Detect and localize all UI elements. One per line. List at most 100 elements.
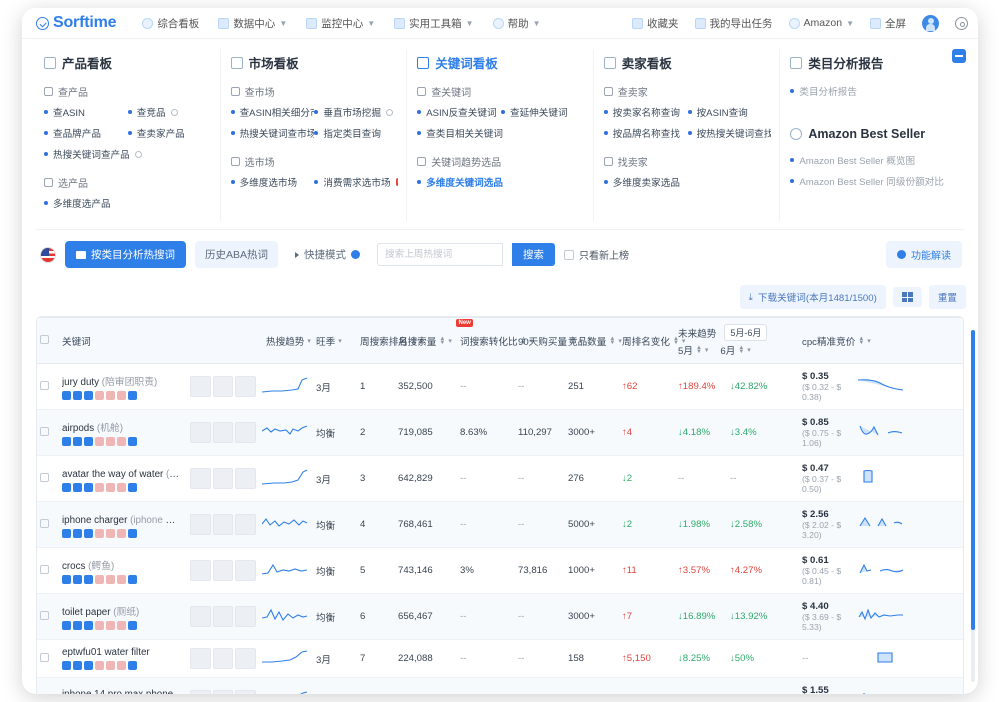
row-checkbox[interactable] xyxy=(37,409,59,456)
cell-keyword[interactable]: iphone charger (iphone 充电器) xyxy=(59,501,187,548)
product-thumbnail[interactable] xyxy=(212,606,234,627)
row-action-icon[interactable] xyxy=(84,661,93,670)
th-cpc[interactable]: cpc精准竞价 ▲ ▼ ▾ xyxy=(799,317,871,364)
link-query-asin[interactable]: 查ASIN xyxy=(44,105,128,119)
favorites-button[interactable]: 收藏夹 xyxy=(632,16,679,31)
row-action-icon[interactable] xyxy=(106,528,115,538)
product-thumbnail[interactable] xyxy=(235,690,257,694)
row-action-icon[interactable] xyxy=(117,436,126,446)
row-action-icon[interactable] xyxy=(117,528,126,538)
th-buy90[interactable]: 90天购买量 ▲ ▼ ▾ xyxy=(515,317,583,364)
row-action-icon[interactable] xyxy=(62,482,71,492)
link-category-report[interactable]: 类目分析报告 xyxy=(790,84,958,98)
sort-icon[interactable]: ▲ ▼ xyxy=(609,336,615,346)
row-action-icon[interactable] xyxy=(62,528,71,538)
row-checkbox[interactable] xyxy=(37,363,59,410)
link-asin-reverse-keyword[interactable]: ASIN反查关键词 xyxy=(417,105,501,119)
link-asin-submarket[interactable]: 查ASIN相关细分市场 xyxy=(230,105,314,119)
fullscreen-button[interactable]: 全屏 xyxy=(870,16,906,31)
product-thumbnail[interactable] xyxy=(190,422,211,443)
product-thumbnail[interactable] xyxy=(212,514,234,535)
row-checkbox[interactable] xyxy=(37,639,59,678)
nav-item-2[interactable]: 监控中心 ▼ xyxy=(306,16,375,31)
link-category-keyword[interactable]: 查类目相关关键词 xyxy=(417,126,585,140)
row-action-icon[interactable] xyxy=(117,661,126,670)
product-thumbnail[interactable] xyxy=(235,648,257,669)
link-extended-keyword[interactable]: 查延伸关键词 xyxy=(500,105,585,119)
th-hot-trend[interactable]: 热搜趋势 ▾ xyxy=(259,317,313,364)
product-thumbnail[interactable] xyxy=(190,648,211,669)
row-action-icon[interactable] xyxy=(106,661,115,670)
row-action-icon[interactable] xyxy=(73,528,82,538)
table-row[interactable]: eptwfu01 water filter 3月 7 224,088 -- -- 158 ↑… xyxy=(37,639,963,678)
export-tasks-button[interactable]: 我的导出任务 xyxy=(694,16,773,31)
filter-icon[interactable]: ▾ xyxy=(338,337,342,345)
product-thumbnail[interactable] xyxy=(235,560,257,581)
link-category-query[interactable]: 指定类目查询 xyxy=(314,126,398,140)
cell-keyword[interactable]: eptwfu01 water filter xyxy=(59,639,187,678)
row-action-icon[interactable] xyxy=(62,661,71,670)
row-action-icon[interactable] xyxy=(128,436,137,446)
reset-button[interactable]: 重置 xyxy=(928,285,966,309)
row-action-icon[interactable] xyxy=(106,482,115,492)
row-action-icon[interactable] xyxy=(95,620,104,630)
row-action-icon[interactable] xyxy=(128,482,137,492)
us-marketplace-flag-icon[interactable] xyxy=(40,246,56,263)
nav-item-4[interactable]: 帮助 ▼ xyxy=(492,16,541,31)
row-action-icon[interactable] xyxy=(84,482,93,492)
th-future-may[interactable]: 5月 ▲ ▼ ▾ xyxy=(678,343,708,357)
cell-keyword[interactable]: crocs (鳄鱼) xyxy=(59,547,187,594)
row-action-icon[interactable] xyxy=(73,661,82,670)
row-action-icon[interactable] xyxy=(73,620,82,630)
row-action-icon[interactable] xyxy=(73,574,82,584)
row-checkbox[interactable] xyxy=(37,455,59,502)
product-thumbnail[interactable] xyxy=(235,468,257,489)
quick-mode-selector[interactable]: 快捷模式 xyxy=(287,241,368,268)
row-action-icon[interactable] xyxy=(117,620,126,630)
cell-keyword[interactable]: airpods (机舱) xyxy=(59,409,187,456)
gear-icon[interactable] xyxy=(955,16,968,30)
th-rank-change[interactable]: 周排名变化 ▲ ▼ ▾ xyxy=(619,317,685,364)
new-listings-checkbox[interactable]: 只看新上榜 xyxy=(564,247,629,262)
row-action-icon[interactable] xyxy=(95,482,104,492)
link-query-brand-product[interactable]: 查品牌产品 xyxy=(44,126,128,140)
product-thumbnail[interactable] xyxy=(235,606,257,627)
link-hot-keyword-market[interactable]: 热搜关键词查市场 xyxy=(230,126,314,140)
link-bestseller-overview[interactable]: Amazon Best Seller 概览图 xyxy=(790,153,958,167)
row-action-icon[interactable] xyxy=(62,574,71,584)
link-multi-dim-seller[interactable]: 多维度卖家选品 xyxy=(603,175,772,189)
cell-keyword[interactable]: jury duty (陪审团职责) xyxy=(59,363,187,410)
table-row[interactable]: iphone charger (iphone 充电器) 均衡4768,461--… xyxy=(37,501,963,548)
tab-history-aba[interactable]: 历史ABA热词 xyxy=(195,241,279,268)
row-action-icon[interactable] xyxy=(128,528,137,538)
row-checkbox[interactable] xyxy=(37,501,59,548)
row-action-icon[interactable] xyxy=(73,390,82,400)
filter-icon[interactable]: ▾ xyxy=(705,346,709,354)
th-future-jun[interactable]: 6月 ▲ ▼ ▾ xyxy=(720,343,750,357)
cell-keyword[interactable]: avatar the way of water (阿凡... xyxy=(59,455,187,502)
product-thumbnail[interactable] xyxy=(235,376,257,397)
product-thumbnail[interactable] xyxy=(235,514,257,535)
row-checkbox[interactable] xyxy=(37,677,59,694)
tab-category-hot-keywords[interactable]: 按类目分析热搜词 xyxy=(65,241,186,268)
row-action-icon[interactable] xyxy=(128,574,137,584)
th-conversion[interactable]: New 词搜索转化比 ▲ ▼ ▾ xyxy=(456,317,533,364)
sort-icon[interactable]: ▲ ▼ xyxy=(439,336,445,346)
avatar[interactable] xyxy=(922,14,939,32)
th-monthly-volume[interactable]: 月搜索量 ▲ ▼ ▾ xyxy=(395,317,457,364)
product-thumbnail[interactable] xyxy=(212,376,234,397)
product-thumbnail[interactable] xyxy=(190,606,211,627)
download-keywords-button[interactable]: ⤓ 下载关键词(本月1481/1500) xyxy=(739,285,886,309)
link-query-seller-product[interactable]: 查卖家产品 xyxy=(127,126,212,140)
link-multi-dim-market[interactable]: 多维度选市场 xyxy=(230,175,315,189)
product-thumbnail[interactable] xyxy=(212,560,234,581)
nav-item-0[interactable]: 综合看板 xyxy=(142,16,199,31)
link-hot-keyword-product[interactable]: 热搜关键词查产品 xyxy=(44,147,212,161)
link-bestseller-share[interactable]: Amazon Best Seller 同级份额对比 xyxy=(790,174,958,188)
link-vertical-market[interactable]: 垂直市场挖掘 xyxy=(314,105,398,119)
row-action-icon[interactable] xyxy=(128,390,137,400)
product-thumbnail[interactable] xyxy=(212,690,234,694)
row-action-icon[interactable] xyxy=(84,528,93,538)
nav-item-1[interactable]: 数据中心 ▼ xyxy=(218,16,287,31)
th-select-all[interactable] xyxy=(37,317,59,364)
